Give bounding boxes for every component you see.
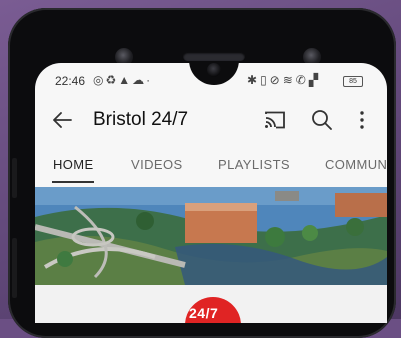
channel-banner (35, 187, 387, 285)
wifi-icon: ≋ (282, 73, 296, 87)
back-arrow-icon[interactable] (51, 109, 73, 131)
power-button (12, 238, 17, 298)
phone-icon: ✆ (295, 73, 309, 87)
earpiece-speaker (183, 52, 245, 61)
channel-header-area: 24/7 (35, 285, 387, 323)
channel-title: Bristol 24/7 (93, 109, 189, 130)
notification-icons: ◎♻▲☁· (93, 73, 152, 87)
battery-indicator: 85 (343, 76, 363, 87)
status-time: 22:46 (55, 74, 86, 88)
search-icon[interactable] (311, 109, 333, 131)
recycle-icon: ♻ (105, 73, 119, 87)
cast-icon[interactable] (264, 110, 286, 130)
system-icons: ✱▯⊘≋✆▞ (247, 73, 321, 87)
aerial-city-image (35, 187, 387, 285)
cloud-icon: ☁ (132, 73, 147, 87)
tab-home[interactable]: HOME (53, 157, 94, 172)
signal-icon: ▞ (308, 73, 322, 87)
more-vert-icon[interactable] (357, 110, 367, 130)
volume-button (12, 158, 17, 198)
phone-screen: 22:46 ◎♻▲☁· ✱▯⊘≋✆▞ 85 Bristol 24/7 HOME … (35, 63, 387, 323)
tab-community[interactable]: COMMUN (325, 157, 387, 172)
active-tab-indicator (52, 181, 94, 183)
do-not-disturb-icon: ⊘ (269, 73, 283, 87)
tab-playlists[interactable]: PLAYLISTS (218, 157, 290, 172)
dot-icon: · (146, 73, 153, 87)
status-bar: 22:46 ◎♻▲☁· ✱▯⊘≋✆▞ 85 (35, 71, 387, 91)
whatsapp-icon: ◎ (93, 73, 106, 87)
bluetooth-icon: ✱ (247, 73, 261, 87)
channel-avatar[interactable]: 24/7 (185, 297, 241, 323)
tab-videos[interactable]: VIDEOS (131, 157, 183, 172)
warning-icon: ▲ (118, 73, 133, 87)
app-bar: Bristol 24/7 (35, 101, 387, 143)
vibrate-icon: ▯ (260, 73, 270, 87)
channel-tabs: HOME VIDEOS PLAYLISTS COMMUN (35, 151, 387, 185)
